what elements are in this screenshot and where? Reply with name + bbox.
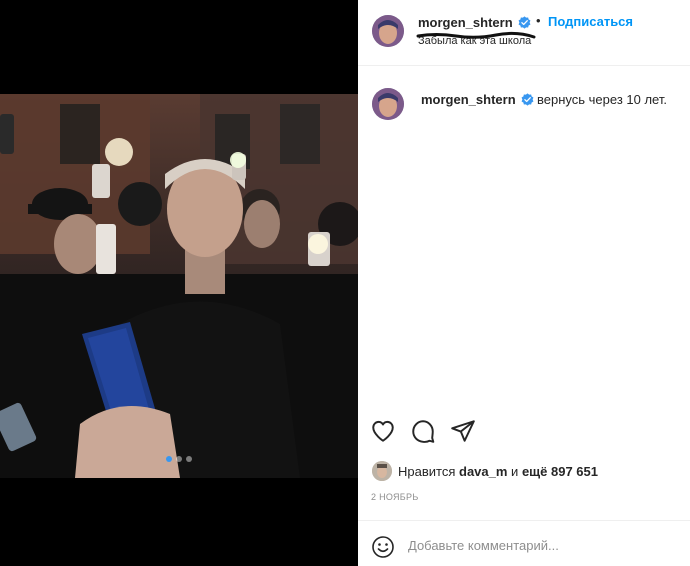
likes-text[interactable]: Нравится dava_m и ещё 897 651 (398, 464, 598, 479)
avatar-image (372, 88, 404, 120)
carousel-dot[interactable] (186, 456, 192, 462)
post-sidebar: morgen_shtern • Подписаться Забыла как э… (358, 0, 690, 566)
likes-prefix: Нравится (398, 464, 456, 479)
avatar-image (372, 461, 392, 481)
heart-icon[interactable] (370, 418, 396, 444)
carousel-dot[interactable] (166, 456, 172, 462)
comment-input[interactable] (408, 533, 678, 557)
comment-icon[interactable] (410, 418, 436, 444)
verified-badge-icon (518, 16, 531, 29)
verified-badge-icon (521, 93, 534, 106)
post-photo[interactable] (0, 94, 358, 478)
likes-conjunction: и (511, 464, 519, 479)
author-username[interactable]: morgen_shtern (418, 15, 513, 30)
post-photo-illustration (0, 94, 358, 478)
caption-text: вернусь через 10 лет. (537, 92, 667, 107)
liker-avatar[interactable] (372, 461, 392, 481)
avatar-image (372, 15, 404, 47)
comment-bar (358, 520, 690, 566)
emoji-icon[interactable] (371, 535, 395, 559)
share-icon[interactable] (450, 418, 476, 444)
header-separator: • (536, 13, 541, 28)
author-avatar[interactable] (372, 15, 404, 47)
carousel-indicator (0, 456, 358, 462)
follow-button[interactable]: Подписаться (548, 14, 633, 29)
caption-username[interactable]: morgen_shtern (421, 92, 516, 107)
scribble-mark (416, 31, 536, 39)
post-date[interactable]: 2 НОЯБРЬ (371, 492, 419, 502)
carousel-dot[interactable] (176, 456, 182, 462)
likes-row: Нравится dava_m и ещё 897 651 (372, 461, 682, 481)
likes-count[interactable]: ещё 897 651 (522, 464, 598, 479)
caption-author-avatar[interactable] (372, 88, 404, 120)
liker-username[interactable]: dava_m (459, 464, 507, 479)
action-bar (358, 416, 690, 446)
post-media-pane (0, 0, 358, 566)
post-header: morgen_shtern • Подписаться Забыла как э… (358, 0, 690, 66)
